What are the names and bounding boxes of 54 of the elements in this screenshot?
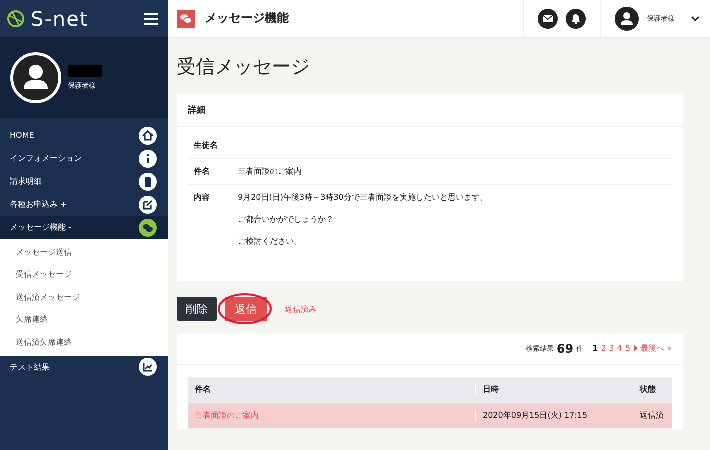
table-row[interactable]: 三者面談のご案内 2020年09月15日(火) 17:15 返信済 (188, 403, 672, 429)
submenu-item[interactable]: 送信済メッセージ (0, 286, 168, 308)
field-label: 内容 (194, 192, 211, 204)
edit-icon (139, 196, 157, 214)
field-value: ご都合いかがでしょうか？ (238, 214, 335, 225)
chevron-down-icon[interactable] (691, 16, 700, 22)
field-value: 三者面談のご案内 (238, 166, 302, 177)
last-page-link[interactable]: 最後へ » (640, 343, 672, 354)
chat-icon (177, 10, 195, 28)
chat-icon (139, 218, 157, 236)
result-count: 69 (556, 342, 574, 356)
page-link[interactable]: 1 (592, 344, 598, 353)
page-link[interactable]: 4 (617, 344, 622, 353)
field-label: 件名 (194, 166, 211, 178)
sidebar-item[interactable]: インフォメーション (0, 147, 168, 170)
column-header: 件名 (188, 384, 476, 395)
logo-text: S-net (31, 6, 90, 30)
sidebar-item[interactable]: 請求明細 (0, 170, 168, 193)
column-header: 日時 (482, 384, 500, 395)
submenu-item[interactable]: 受信メッセージ (0, 264, 168, 286)
field-label: 生徒名 (194, 140, 219, 152)
page-link[interactable]: 2 (601, 344, 606, 353)
field-value: ご検討ください。 (238, 236, 303, 247)
submenu-item[interactable]: 欠席連絡 (0, 308, 168, 331)
page-link[interactable]: 3 (609, 344, 614, 353)
page-title: 受信メッセージ (177, 55, 311, 80)
submenu-item[interactable]: 送信済欠席連絡 (0, 331, 168, 354)
sidebar-item[interactable]: メッセージ機能 - (0, 216, 168, 239)
delete-button[interactable]: 削除 (177, 297, 217, 321)
bell-icon[interactable] (566, 8, 586, 28)
card-title: 詳細 (188, 104, 206, 116)
chart-icon (139, 358, 157, 376)
reply-button[interactable]: 返信 (225, 297, 267, 321)
submenu-item[interactable]: メッセージ送信 (0, 241, 168, 264)
sidebar-item[interactable]: テスト結果 (0, 356, 168, 378)
home-icon (139, 126, 157, 144)
reply-status: 返信済み (285, 304, 317, 314)
sidebar-item[interactable]: 各種お申込み + (0, 193, 168, 216)
column-header: 状態 (638, 384, 657, 395)
info-icon (139, 150, 157, 168)
globe-icon (7, 10, 25, 28)
header-title: メッセージ機能 (205, 10, 290, 27)
mail-icon[interactable] (538, 8, 558, 28)
avatar-icon[interactable] (615, 6, 639, 30)
page-link[interactable]: 5 (625, 344, 631, 353)
table-cell-text: 返信済 (639, 410, 665, 421)
next-arrow-icon[interactable] (634, 345, 638, 352)
table-cell-text: 2020年09月15日(火) 17:15 (482, 410, 589, 421)
sidebar-item[interactable]: HOME (0, 124, 168, 147)
menu-icon[interactable] (144, 12, 158, 24)
field-value: 9月20日(日)午後3時～3時30分で三者面談を実施したいと思います。 (238, 192, 488, 203)
redacted-name (68, 64, 102, 76)
document-icon (139, 172, 157, 190)
avatar-icon (10, 52, 62, 104)
